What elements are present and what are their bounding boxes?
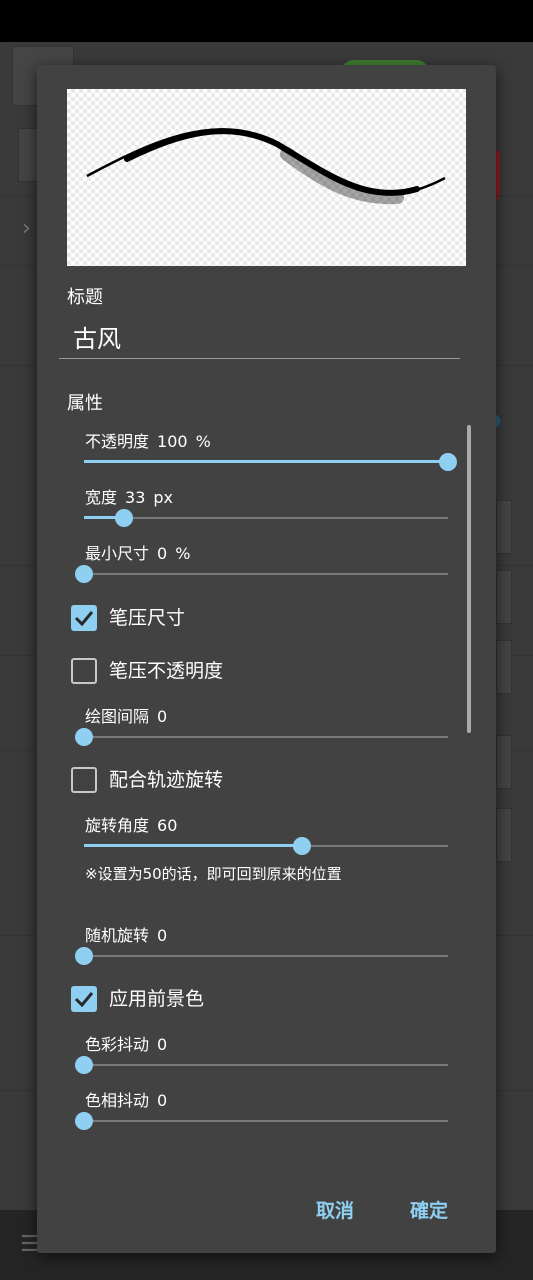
min-size-unit: % [175, 544, 191, 563]
pressure-opacity-label: 笔压不透明度 [109, 660, 224, 682]
slider-track [84, 573, 448, 575]
spacing-value: 0 [157, 707, 168, 726]
width-label: 宽度 33 px [85, 484, 181, 508]
slider-fill [84, 460, 448, 463]
hue-jitter-slider[interactable] [75, 1111, 448, 1131]
brush-settings-dialog: 标题 古风 属性 不透明度 100% 宽度 33 px 最小尺寸 0% 笔压尺寸 [37, 65, 496, 1253]
hue-jitter-label: 色相抖动 0 [85, 1087, 175, 1111]
slider-thumb[interactable] [75, 565, 93, 583]
status-bar [0, 0, 533, 42]
opacity-value: 100 [157, 432, 188, 451]
slider-track [84, 1064, 448, 1066]
chevron-right-icon: › [22, 216, 31, 241]
apply-foreground-color-label: 应用前景色 [109, 988, 205, 1010]
background-button [496, 500, 512, 554]
apply-foreground-color-checkbox[interactable] [71, 986, 97, 1012]
follow-path-rotation-checkbox[interactable] [71, 767, 97, 793]
title-section-label: 标题 [67, 287, 103, 308]
rotation-angle-label: 旋转角度 60 [85, 812, 185, 836]
opacity-label: 不透明度 100% [85, 428, 219, 452]
random-rotation-slider[interactable] [75, 946, 448, 966]
hue-jitter-value: 0 [157, 1091, 168, 1110]
opacity-unit: % [195, 432, 211, 451]
brush-preview [67, 89, 466, 266]
slider-thumb[interactable] [115, 509, 133, 527]
opacity-slider[interactable] [84, 452, 457, 472]
random-rotation-value: 0 [157, 926, 168, 945]
hue-jitter-label-text: 色相抖动 [85, 1091, 150, 1110]
random-rotation-label-text: 随机旋转 [85, 926, 150, 945]
width-unit: px [153, 488, 173, 507]
width-label-text: 宽度 [85, 488, 118, 507]
slider-track [84, 1120, 448, 1122]
slider-track [84, 736, 448, 738]
pressure-size-checkbox[interactable] [71, 605, 97, 631]
spacing-label: 绘图间隔 0 [85, 703, 175, 727]
width-value: 33 [125, 488, 146, 507]
rotation-angle-label-text: 旋转角度 [85, 816, 150, 835]
rotation-note: ※设置为50的话，即可回到原来的位置 [85, 865, 342, 883]
slider-track [84, 517, 448, 519]
slider-track [84, 955, 448, 957]
checkmark-icon [74, 611, 94, 627]
color-jitter-label-text: 色彩抖动 [85, 1035, 150, 1054]
color-jitter-slider[interactable] [75, 1055, 448, 1075]
min-size-label-text: 最小尺寸 [85, 544, 150, 563]
background-button [496, 570, 512, 624]
opacity-label-text: 不透明度 [85, 432, 150, 451]
checkmark-icon [74, 992, 94, 1008]
spacing-label-text: 绘图间隔 [85, 707, 150, 726]
slider-thumb[interactable] [75, 947, 93, 965]
cancel-button[interactable]: 取消 [316, 1196, 354, 1223]
background-button [496, 735, 512, 789]
min-size-label: 最小尺寸 0% [85, 540, 198, 564]
min-size-value: 0 [157, 544, 168, 563]
slider-thumb[interactable] [75, 1056, 93, 1074]
background-button [496, 808, 512, 862]
background-button [496, 640, 512, 694]
rotation-angle-slider[interactable] [84, 836, 448, 856]
pressure-opacity-checkbox[interactable] [71, 658, 97, 684]
color-jitter-label: 色彩抖动 0 [85, 1031, 175, 1055]
min-size-slider[interactable] [75, 564, 448, 584]
width-slider[interactable] [84, 508, 448, 528]
random-rotation-label: 随机旋转 0 [85, 922, 175, 946]
pressure-size-label: 笔压尺寸 [109, 607, 186, 629]
follow-path-rotation-label: 配合轨迹旋转 [109, 769, 224, 791]
slider-thumb[interactable] [75, 728, 93, 746]
slider-fill [84, 844, 302, 847]
brush-title-input[interactable]: 古风 [59, 321, 460, 359]
brush-stroke-preview [86, 128, 446, 205]
spacing-slider[interactable] [75, 727, 448, 747]
properties-section-label: 属性 [67, 393, 103, 414]
color-jitter-value: 0 [157, 1035, 168, 1054]
slider-thumb[interactable] [439, 453, 457, 471]
scrollbar[interactable] [467, 425, 471, 733]
rotation-angle-value: 60 [157, 816, 178, 835]
slider-thumb[interactable] [75, 1112, 93, 1130]
ok-button[interactable]: 確定 [410, 1196, 448, 1223]
slider-thumb[interactable] [293, 837, 311, 855]
